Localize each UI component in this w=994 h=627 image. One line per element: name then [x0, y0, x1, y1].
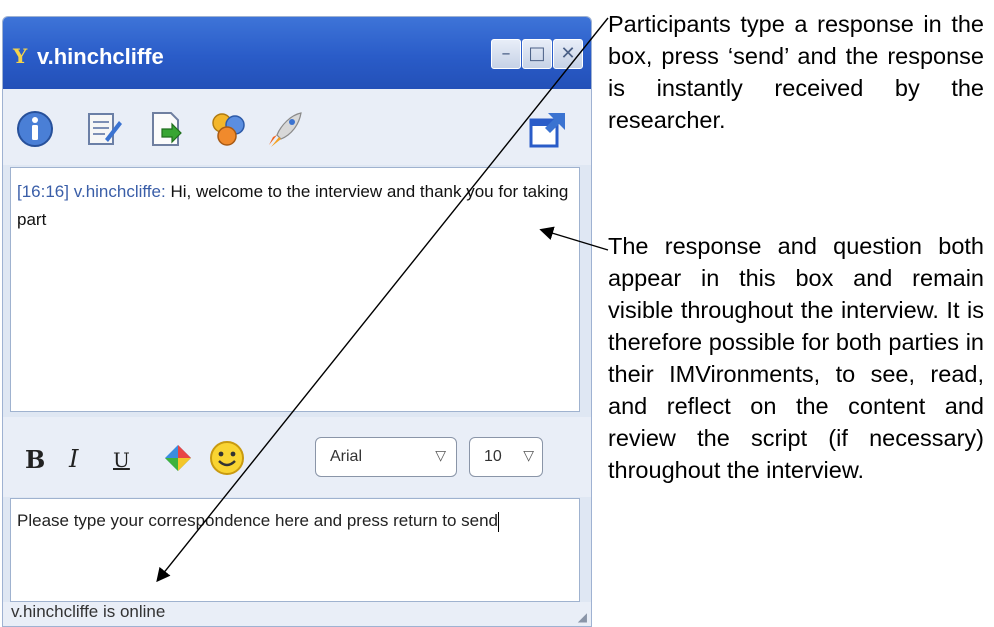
arrow-to-history-box [539, 226, 609, 251]
arrow-to-input-box [156, 17, 609, 583]
annotation-arrows [156, 17, 609, 583]
